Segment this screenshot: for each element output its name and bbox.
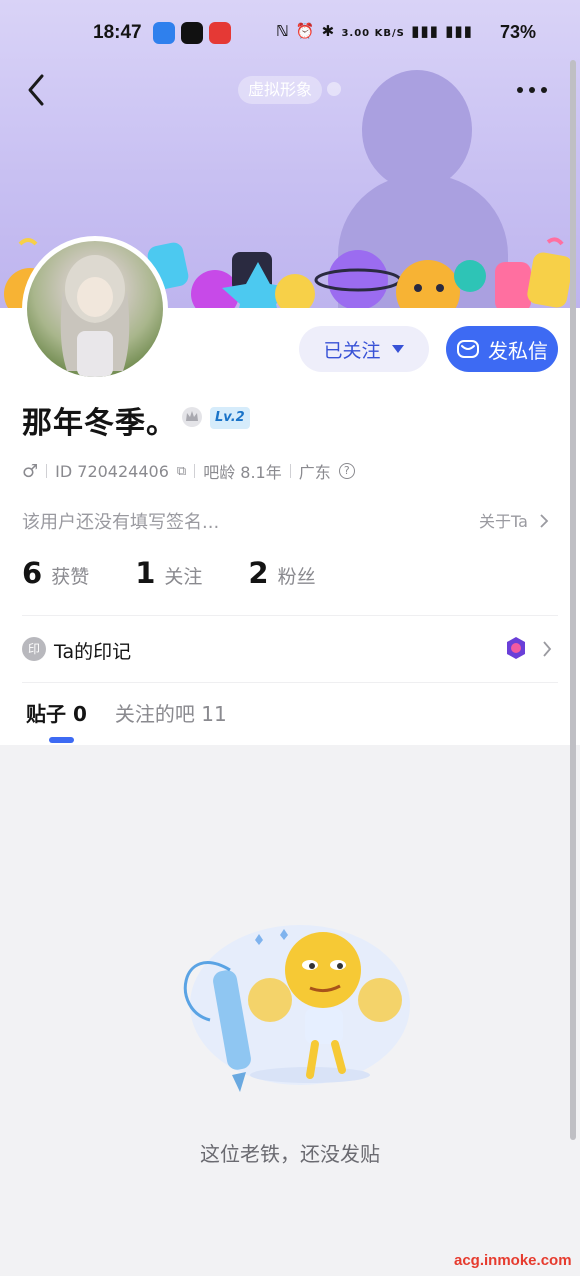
mail-icon bbox=[457, 340, 479, 358]
seal-icon: 印 bbox=[22, 637, 46, 661]
watermark-text: acg.inmoke.com bbox=[454, 1252, 572, 1269]
divider bbox=[194, 464, 196, 478]
battery-level: 73% bbox=[500, 22, 537, 42]
profile-tabs: 贴子 0 关注的吧 11 bbox=[22, 698, 227, 727]
empty-state-text: 这位老铁，还没发贴 bbox=[200, 1142, 380, 1166]
status-time: 18:47 bbox=[93, 22, 142, 43]
more-options-icon[interactable] bbox=[512, 80, 552, 100]
tiktok-icon bbox=[181, 22, 203, 44]
follow-label: 已关注 bbox=[323, 339, 381, 362]
divider bbox=[22, 682, 558, 683]
bar-age: 吧龄 8.1年 bbox=[203, 463, 282, 482]
stat-value: 2 bbox=[248, 556, 269, 590]
avatar-art bbox=[60, 255, 130, 377]
follow-status-button[interactable]: 已关注 bbox=[299, 326, 429, 372]
stat-value: 1 bbox=[135, 556, 156, 590]
scrollbar[interactable] bbox=[570, 60, 576, 1140]
seal-badge-icon bbox=[507, 637, 525, 659]
stat-label: 获赞 bbox=[51, 566, 90, 588]
tab-posts[interactable]: 贴子 0 bbox=[26, 698, 87, 727]
empty-state-illustration bbox=[183, 925, 410, 1092]
chevron-right-icon bbox=[543, 641, 552, 657]
active-tab-indicator bbox=[49, 737, 74, 743]
seal-label: Ta的印记 bbox=[54, 641, 132, 663]
user-signature: 该用户还没有填写签名... bbox=[22, 512, 220, 533]
virtual-avatar-silhouette bbox=[362, 70, 472, 190]
stat-label: 关注 bbox=[164, 566, 203, 588]
about-label: 关于Ta bbox=[479, 512, 528, 531]
dropdown-caret-icon bbox=[391, 345, 404, 353]
app-icon-red bbox=[209, 22, 231, 44]
help-icon[interactable]: ? bbox=[338, 463, 355, 479]
app-icon-blue bbox=[153, 22, 175, 44]
location: 广东 bbox=[298, 463, 331, 482]
avatar-image bbox=[27, 241, 163, 377]
stats-row: 6 获赞 1 关注 2 粉丝 bbox=[22, 556, 362, 590]
stat-likes[interactable]: 6 获赞 bbox=[22, 556, 89, 590]
divider bbox=[289, 464, 291, 478]
stat-label: 粉丝 bbox=[277, 566, 316, 588]
crown-badge-icon bbox=[182, 407, 202, 427]
network-speed: 3.00 KB/S bbox=[341, 28, 405, 39]
chevron-right-icon bbox=[540, 514, 549, 528]
status-icons: ℕ ⏰ ✱ 3.00 KB/S ▮▮▮ ▮▮▮ bbox=[276, 22, 473, 40]
divider bbox=[46, 464, 48, 478]
user-avatar[interactable] bbox=[22, 236, 168, 382]
send-message-label: 发私信 bbox=[488, 338, 548, 363]
avatar-indicator-dot bbox=[327, 82, 341, 96]
copy-icon[interactable]: ⧉ bbox=[177, 464, 186, 479]
stat-following[interactable]: 1 关注 bbox=[135, 556, 202, 590]
back-arrow-icon[interactable] bbox=[22, 70, 52, 110]
level-badge[interactable]: Lv.2 bbox=[210, 407, 250, 429]
male-gender-icon: ♂ bbox=[22, 460, 39, 482]
seal-row[interactable]: 印 Ta的印记 bbox=[22, 633, 558, 667]
status-bar: 18:47 ℕ ⏰ ✱ 3.00 KB/S ▮▮▮ ▮▮▮ 73% bbox=[0, 0, 580, 66]
user-id[interactable]: ID 720424406 bbox=[55, 462, 169, 481]
username: 那年冬季。 bbox=[22, 406, 177, 441]
stat-fans[interactable]: 2 粉丝 bbox=[248, 556, 315, 590]
divider bbox=[22, 615, 558, 616]
send-message-button[interactable]: 发私信 bbox=[446, 326, 558, 372]
about-link[interactable]: 关于Ta bbox=[479, 508, 549, 532]
user-meta-row: ♂ ID 720424406 ⧉ 吧龄 8.1年 广东 ? bbox=[22, 459, 355, 483]
tab-followed-bars[interactable]: 关注的吧 11 bbox=[115, 698, 227, 727]
stat-value: 6 bbox=[22, 556, 43, 590]
virtual-avatar-tag[interactable]: 虚拟形象 bbox=[238, 76, 323, 104]
